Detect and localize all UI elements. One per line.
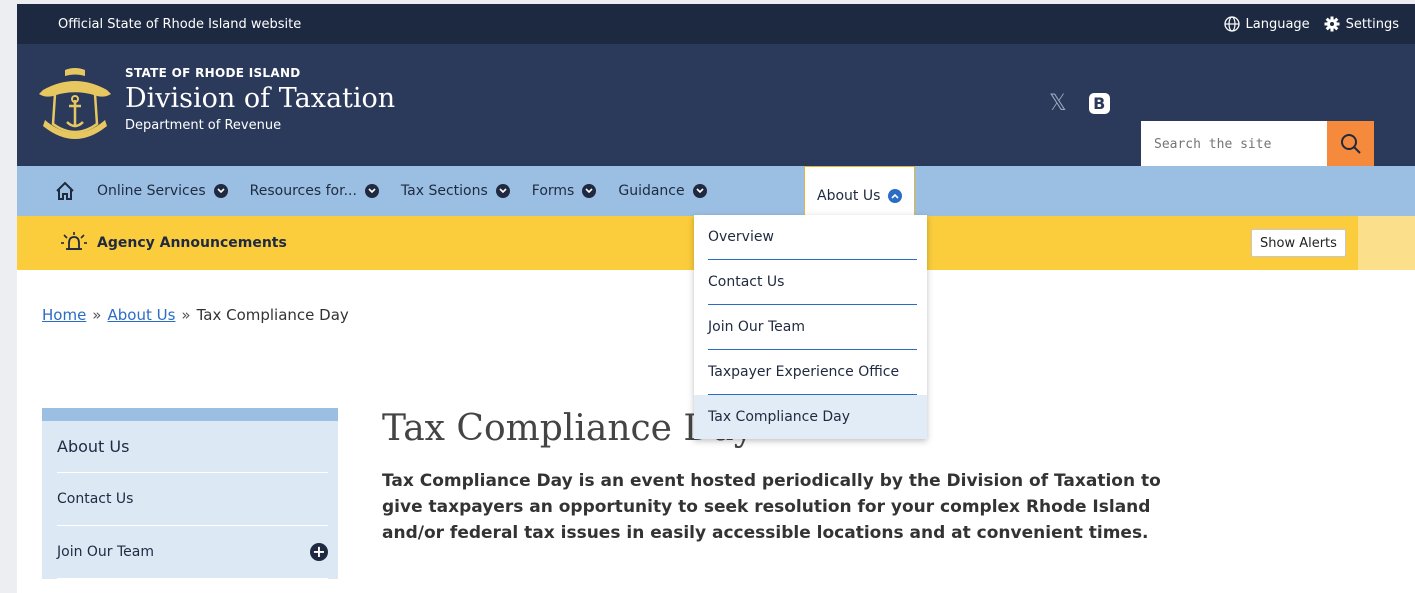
chevron-down-icon xyxy=(364,184,379,198)
nav-label: Resources for... xyxy=(249,183,357,199)
search-icon xyxy=(1340,134,1361,154)
nav-label: Guidance xyxy=(618,183,685,199)
bell-icon xyxy=(61,232,87,250)
sidebar-item-label: Contact Us xyxy=(57,491,134,507)
nav-guidance[interactable]: Guidance xyxy=(618,183,707,199)
dropdown-item-contact-us[interactable]: Contact Us xyxy=(694,260,927,305)
about-us-dropdown-menu: Overview Contact Us Join Our Team Taxpay… xyxy=(694,215,927,439)
sidebar-item-contact-us[interactable]: Contact Us xyxy=(57,473,328,526)
main-nav: Online Services Resources for... Tax Sec… xyxy=(17,166,1415,218)
chevron-down-icon xyxy=(213,184,228,198)
rhode-island-seal-icon[interactable] xyxy=(35,64,115,146)
chevron-up-icon xyxy=(888,188,903,203)
section-sidebar: About Us Contact Us Join Our Team + xyxy=(42,408,338,579)
settings-button[interactable]: Settings xyxy=(1324,16,1399,32)
nav-resources-for[interactable]: Resources for... xyxy=(250,183,379,199)
division-title: Division of Taxation xyxy=(125,83,396,114)
breadcrumb-home-link[interactable]: Home xyxy=(42,306,86,324)
site-header: STATE OF RHODE ISLAND Division of Taxati… xyxy=(17,44,1415,167)
dropdown-item-tax-compliance-day[interactable]: Tax Compliance Day xyxy=(694,395,927,439)
chevron-down-icon xyxy=(582,184,597,198)
language-label: Language xyxy=(1245,16,1310,32)
dropdown-item-label: Contact Us xyxy=(708,274,785,290)
page-lead-paragraph: Tax Compliance Day is an event hosted pe… xyxy=(382,471,1161,543)
state-label: STATE OF RHODE ISLAND xyxy=(125,66,301,80)
department-label: Department of Revenue xyxy=(125,118,282,133)
social-links: 𝕏 B xyxy=(1049,93,1110,115)
utility-bar: Official State of Rhode Island website L… xyxy=(17,4,1415,44)
language-button[interactable]: Language xyxy=(1223,16,1310,32)
breadcrumb-separator: » xyxy=(181,306,191,324)
globe-icon xyxy=(1223,16,1240,32)
nav-label: Forms xyxy=(531,183,575,199)
nav-label: Online Services xyxy=(97,183,206,199)
sidebar-item-label: About Us xyxy=(57,437,130,456)
breadcrumb-current: Tax Compliance Day xyxy=(196,306,349,324)
expand-plus-icon[interactable]: + xyxy=(310,543,328,561)
chevron-down-icon xyxy=(495,184,510,198)
x-icon[interactable]: 𝕏 xyxy=(1049,93,1067,115)
nav-label: About Us xyxy=(817,187,881,204)
official-site-text: Official State of Rhode Island website xyxy=(58,16,302,32)
announcements-label: Agency Announcements xyxy=(97,235,287,251)
breadcrumb: Home » About Us » Tax Compliance Day xyxy=(42,306,349,324)
settings-label: Settings xyxy=(1345,16,1399,32)
search-form xyxy=(1141,121,1374,167)
dropdown-item-label: Tax Compliance Day xyxy=(708,409,851,425)
chevron-down-icon xyxy=(692,184,707,198)
home-icon[interactable] xyxy=(55,181,75,201)
show-alerts-button[interactable]: Show Alerts xyxy=(1251,229,1346,257)
nav-forms[interactable]: Forms xyxy=(532,183,597,199)
dropdown-item-label: Overview xyxy=(708,229,774,245)
dropdown-item-label: Taxpayer Experience Office xyxy=(708,364,900,380)
breadcrumb-about-link[interactable]: About Us xyxy=(107,306,175,324)
page-frame: Official State of Rhode Island website L… xyxy=(17,4,1415,593)
dropdown-item-overview[interactable]: Overview xyxy=(694,215,927,260)
breadcrumb-separator: » xyxy=(92,306,102,324)
dropdown-item-label: Join Our Team xyxy=(708,319,806,335)
sidebar-item-label: Join Our Team xyxy=(57,544,155,560)
gear-icon xyxy=(1324,16,1340,32)
nav-label: Tax Sections xyxy=(400,183,488,199)
dropdown-item-join-our-team[interactable]: Join Our Team xyxy=(694,305,927,350)
blogger-icon[interactable]: B xyxy=(1088,93,1110,114)
dropdown-item-taxpayer-experience-office[interactable]: Taxpayer Experience Office xyxy=(694,350,927,395)
site-brand[interactable]: STATE OF RHODE ISLAND Division of Taxati… xyxy=(125,66,395,133)
sidebar-item-join-our-team[interactable]: Join Our Team + xyxy=(57,526,328,579)
alerts-edge xyxy=(1358,216,1415,270)
nav-tax-sections[interactable]: Tax Sections xyxy=(401,183,510,199)
search-input[interactable] xyxy=(1141,121,1327,167)
nav-online-services[interactable]: Online Services xyxy=(97,183,228,199)
sidebar-item-about-us[interactable]: About Us xyxy=(57,421,328,473)
search-button[interactable] xyxy=(1327,121,1374,167)
sidebar-top-accent xyxy=(42,408,338,421)
nav-about-us[interactable]: About Us xyxy=(804,166,916,218)
